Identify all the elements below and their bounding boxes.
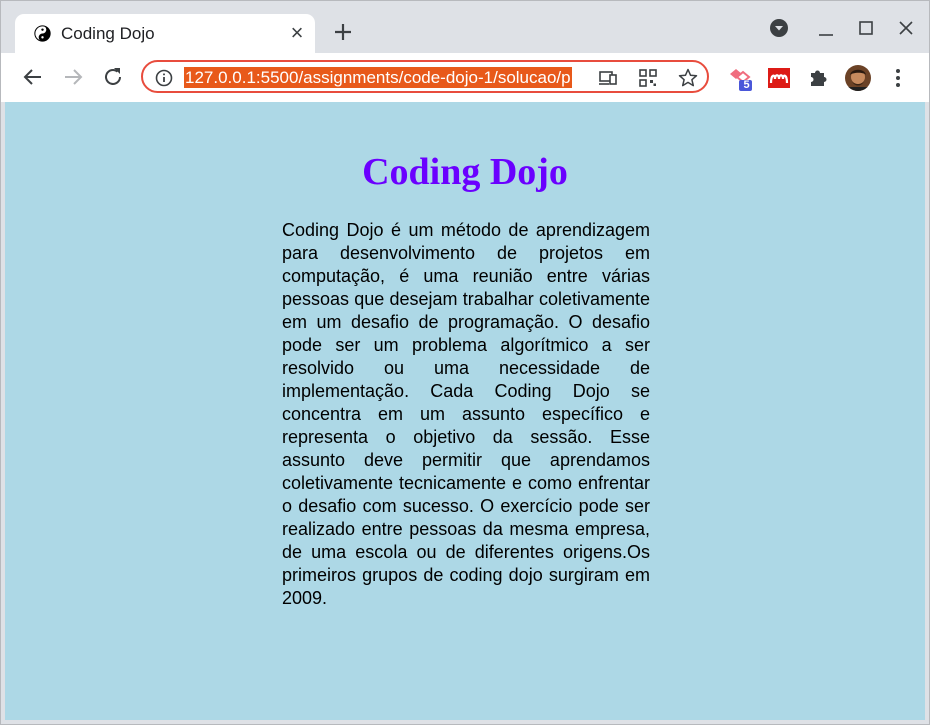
- forward-arrow-icon[interactable]: [60, 64, 86, 90]
- browser-toolbar: 127.0.0.1:5500/assignments/code-dojo-1/s…: [1, 53, 929, 102]
- extension-badge-count: 5: [743, 79, 750, 91]
- browser-window: Coding Dojo × 127.0.0.1:5500/assignments…: [0, 0, 930, 725]
- star-icon[interactable]: [677, 67, 699, 89]
- maximize-icon[interactable]: [853, 15, 879, 41]
- puzzle-icon[interactable]: [806, 65, 832, 91]
- page-viewport: Coding Dojo Coding Dojo é um método de a…: [5, 102, 925, 720]
- close-window-icon[interactable]: [893, 15, 919, 41]
- info-icon[interactable]: [153, 67, 175, 89]
- page-title: Coding Dojo: [362, 151, 568, 193]
- page-paragraph: Coding Dojo é um método de aprendizagem …: [282, 220, 650, 608]
- chevron-down-circle-icon[interactable]: [766, 15, 792, 41]
- plus-icon[interactable]: [331, 20, 355, 44]
- cast-icon[interactable]: [597, 67, 619, 89]
- minimize-icon[interactable]: [813, 15, 839, 41]
- reload-icon[interactable]: [100, 64, 126, 90]
- address-bar[interactable]: 127.0.0.1:5500/assignments/code-dojo-1/s…: [141, 60, 709, 93]
- tab-close-icon[interactable]: ×: [287, 22, 307, 44]
- url-text[interactable]: 127.0.0.1:5500/assignments/code-dojo-1/s…: [184, 67, 572, 88]
- tab-strip: Coding Dojo ×: [1, 1, 929, 53]
- tab-coding-dojo[interactable]: Coding Dojo ×: [15, 14, 315, 53]
- extension-badge-icon[interactable]: 5: [727, 65, 753, 91]
- qr-code-icon[interactable]: [637, 67, 659, 89]
- avatar[interactable]: [845, 65, 871, 91]
- yin-yang-icon: [34, 25, 51, 42]
- tab-title: Coding Dojo: [61, 24, 155, 43]
- avatar-image-icon: [845, 65, 871, 91]
- back-arrow-icon[interactable]: [20, 64, 46, 90]
- kebab-menu-icon[interactable]: [885, 65, 911, 91]
- mendeley-icon[interactable]: [767, 65, 793, 91]
